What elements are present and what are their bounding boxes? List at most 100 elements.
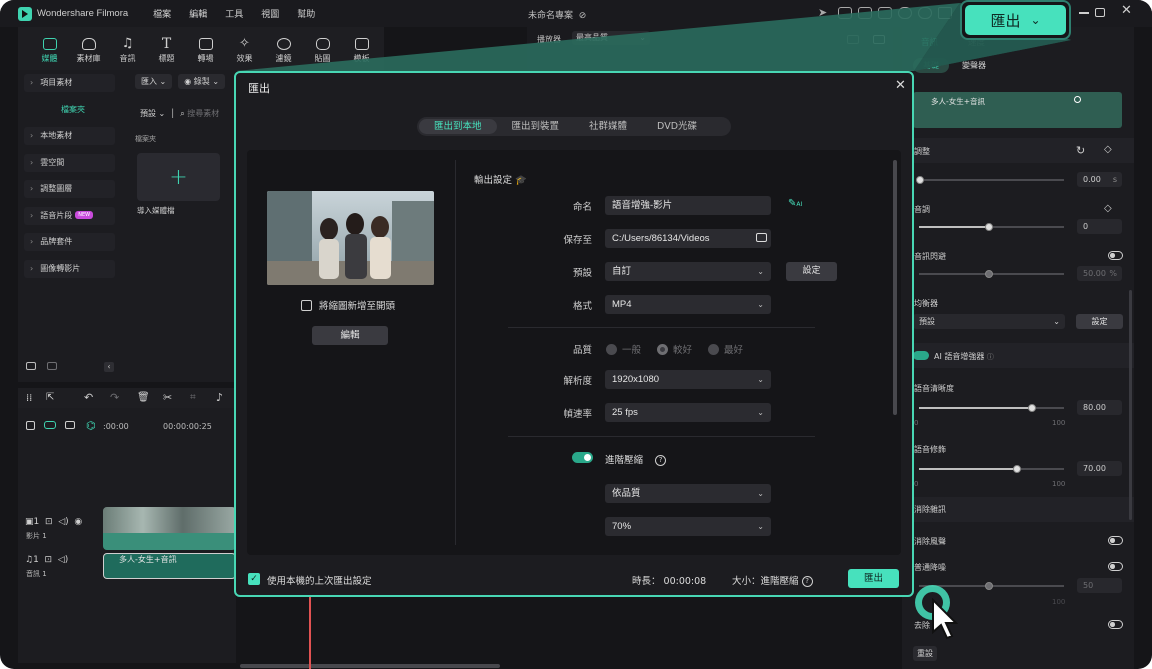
record-dropdown[interactable]: ◉ 錄製 ⌄	[178, 74, 226, 89]
compression-percent-dropdown[interactable]: 70% ⌄	[605, 517, 771, 536]
pitch-value[interactable]: 0	[1077, 219, 1122, 234]
reset-button[interactable]: 重設	[913, 646, 937, 661]
thumbnail-option[interactable]: 將縮圖新增至開頭	[301, 298, 395, 312]
quality-normal-radio[interactable]: 一般	[606, 342, 641, 356]
tool-sticker[interactable]: 貼圖	[303, 27, 342, 70]
tool-audio[interactable]: ♫ 音訊	[108, 27, 147, 70]
ai-rename-icon[interactable]: ✎AI	[788, 198, 802, 209]
quality-better-radio[interactable]: 較好	[657, 342, 692, 356]
ducking-slider[interactable]	[919, 270, 1064, 278]
storage-icon[interactable]	[878, 7, 892, 19]
grid-icon[interactable]	[938, 7, 952, 19]
dialog-scrollbar[interactable]	[893, 160, 897, 415]
tab-export-device[interactable]: 匯出到裝置	[497, 119, 575, 134]
compression-mode-dropdown[interactable]: 依品質 ⌄	[605, 484, 771, 503]
tab-audio[interactable]: 音訊	[921, 36, 938, 48]
format-dropdown[interactable]: MP4 ⌄	[605, 295, 771, 314]
sidebar-item-image-to-video[interactable]: 圖像轉影片	[24, 259, 115, 278]
fade-value[interactable]: 0.00 s	[1077, 172, 1122, 187]
tool-template[interactable]: 模板	[342, 27, 381, 70]
sidebar-item-local-media[interactable]: 本地素材	[24, 127, 115, 145]
normal-denoise-value[interactable]: 50	[1077, 578, 1122, 593]
select-tool-icon[interactable]: ⇱	[46, 392, 54, 403]
crop-icon[interactable]: ⌗	[190, 392, 196, 403]
repair-slider[interactable]	[919, 465, 1064, 473]
minimize-icon[interactable]	[1079, 12, 1089, 14]
framerate-dropdown[interactable]: 25 fps ⌄	[605, 403, 771, 422]
tab-export-local[interactable]: 匯出到本地	[419, 119, 497, 134]
sidebar-item-folder[interactable]: 檔案夾	[24, 101, 115, 119]
sidebar-item-voice-clips[interactable]: 語音片段NEW	[24, 206, 115, 225]
ducking-toggle[interactable]	[1108, 251, 1123, 260]
tool-effects[interactable]: ✧ 效果	[225, 27, 264, 70]
folder-browse-icon[interactable]	[756, 233, 767, 242]
image-icon[interactable]	[873, 35, 885, 44]
tool-filter[interactable]: 濾鏡	[264, 27, 303, 70]
tool-transition[interactable]: 轉場	[186, 27, 225, 70]
thumbnail-checkbox[interactable]	[301, 299, 312, 311]
cut-icon[interactable]: ✂	[163, 391, 172, 404]
sidebar-item-brand-kit[interactable]: 品牌套件	[24, 233, 115, 251]
help-icon[interactable]: ?	[655, 455, 667, 466]
save-to-input[interactable]: C:/Users/86134/Videos	[605, 229, 771, 248]
sidebar-item-cloud[interactable]: 雲空間	[24, 153, 115, 172]
audio-clip[interactable]: 多人-女生+音訊	[103, 553, 236, 579]
collapse-panel-icon[interactable]: ‹	[104, 362, 114, 372]
quality-best-radio[interactable]: 最好	[708, 342, 743, 356]
ripple-icon[interactable]: ⌬	[86, 419, 96, 432]
edit-thumbnail-button[interactable]: 編輯	[312, 326, 388, 345]
keyframe-icon[interactable]: ◇	[1104, 144, 1112, 155]
send-icon[interactable]: ➤	[818, 7, 832, 19]
preset-dropdown[interactable]: 自訂 ⌄	[605, 262, 771, 281]
close-window-icon[interactable]: ✕	[1121, 4, 1135, 18]
audio-tool-icon[interactable]: ♪	[216, 391, 223, 404]
delete-icon[interactable]: 🗑	[137, 392, 150, 403]
menu-help[interactable]: 幫助	[297, 7, 315, 20]
right-panel-scrollbar[interactable]	[1129, 290, 1132, 520]
pitch-keyframe-icon[interactable]: ◇	[1104, 203, 1112, 214]
pitch-slider[interactable]	[919, 223, 1064, 231]
tool-media[interactable]: 媒體	[30, 27, 69, 70]
headset-icon[interactable]	[918, 7, 932, 19]
layout-icon[interactable]	[858, 7, 872, 19]
menu-file[interactable]: 檔案	[153, 7, 171, 20]
clarity-slider[interactable]	[919, 404, 1064, 412]
cloud-icon[interactable]	[898, 7, 912, 19]
wind-removal-toggle[interactable]	[1108, 536, 1123, 545]
subtab-basic[interactable]: 基礎	[913, 58, 949, 73]
menu-tools[interactable]: 工具	[225, 7, 243, 20]
link-icon[interactable]	[44, 421, 56, 429]
save-icon[interactable]	[838, 7, 852, 19]
reverb-toggle[interactable]	[1108, 620, 1123, 629]
preset-settings-button[interactable]: 設定	[786, 262, 837, 281]
playhead[interactable]	[309, 595, 311, 669]
video-clip[interactable]	[103, 507, 236, 550]
repair-value[interactable]: 70.00	[1077, 461, 1122, 476]
new-folder-icon[interactable]	[26, 362, 36, 370]
redo-icon[interactable]: ↷	[110, 391, 119, 404]
last-settings-checkbox[interactable]: ✓	[248, 573, 260, 585]
normal-denoise-toggle[interactable]	[1108, 562, 1123, 571]
tool-title[interactable]: T 標題	[147, 27, 186, 70]
folder-icon[interactable]	[47, 362, 57, 370]
timeline-scrollbar[interactable]	[240, 664, 500, 668]
subtab-voice-changer[interactable]: 變聲器	[962, 60, 986, 71]
quality-dropdown[interactable]: 最高品質 ⌄	[572, 31, 650, 45]
reset-icon[interactable]: ↻	[1076, 144, 1085, 157]
import-media-button[interactable]: +	[137, 153, 220, 201]
menu-view[interactable]: 視圖	[261, 7, 279, 20]
ducking-value[interactable]: 50.00%	[1077, 266, 1122, 281]
volume-knob[interactable]	[1074, 96, 1081, 103]
tab-dvd[interactable]: DVD光碟	[642, 119, 712, 134]
close-icon[interactable]: ✕	[895, 78, 906, 93]
sidebar-item-project-media[interactable]: 項目素材	[24, 74, 115, 92]
ai-enhancer-toggle[interactable]	[913, 351, 929, 360]
add-track-icon[interactable]	[26, 421, 35, 430]
tool-stock[interactable]: 素材庫	[69, 27, 108, 70]
preset-dropdown[interactable]: 預設	[140, 109, 156, 118]
equalizer-settings-button[interactable]: 設定	[1076, 314, 1123, 329]
track-icon[interactable]	[65, 421, 75, 429]
equalizer-dropdown[interactable]: 預設 ⌄	[913, 314, 1065, 329]
fade-slider[interactable]	[916, 176, 1064, 184]
name-input[interactable]: 語音增強-影片	[605, 196, 771, 215]
